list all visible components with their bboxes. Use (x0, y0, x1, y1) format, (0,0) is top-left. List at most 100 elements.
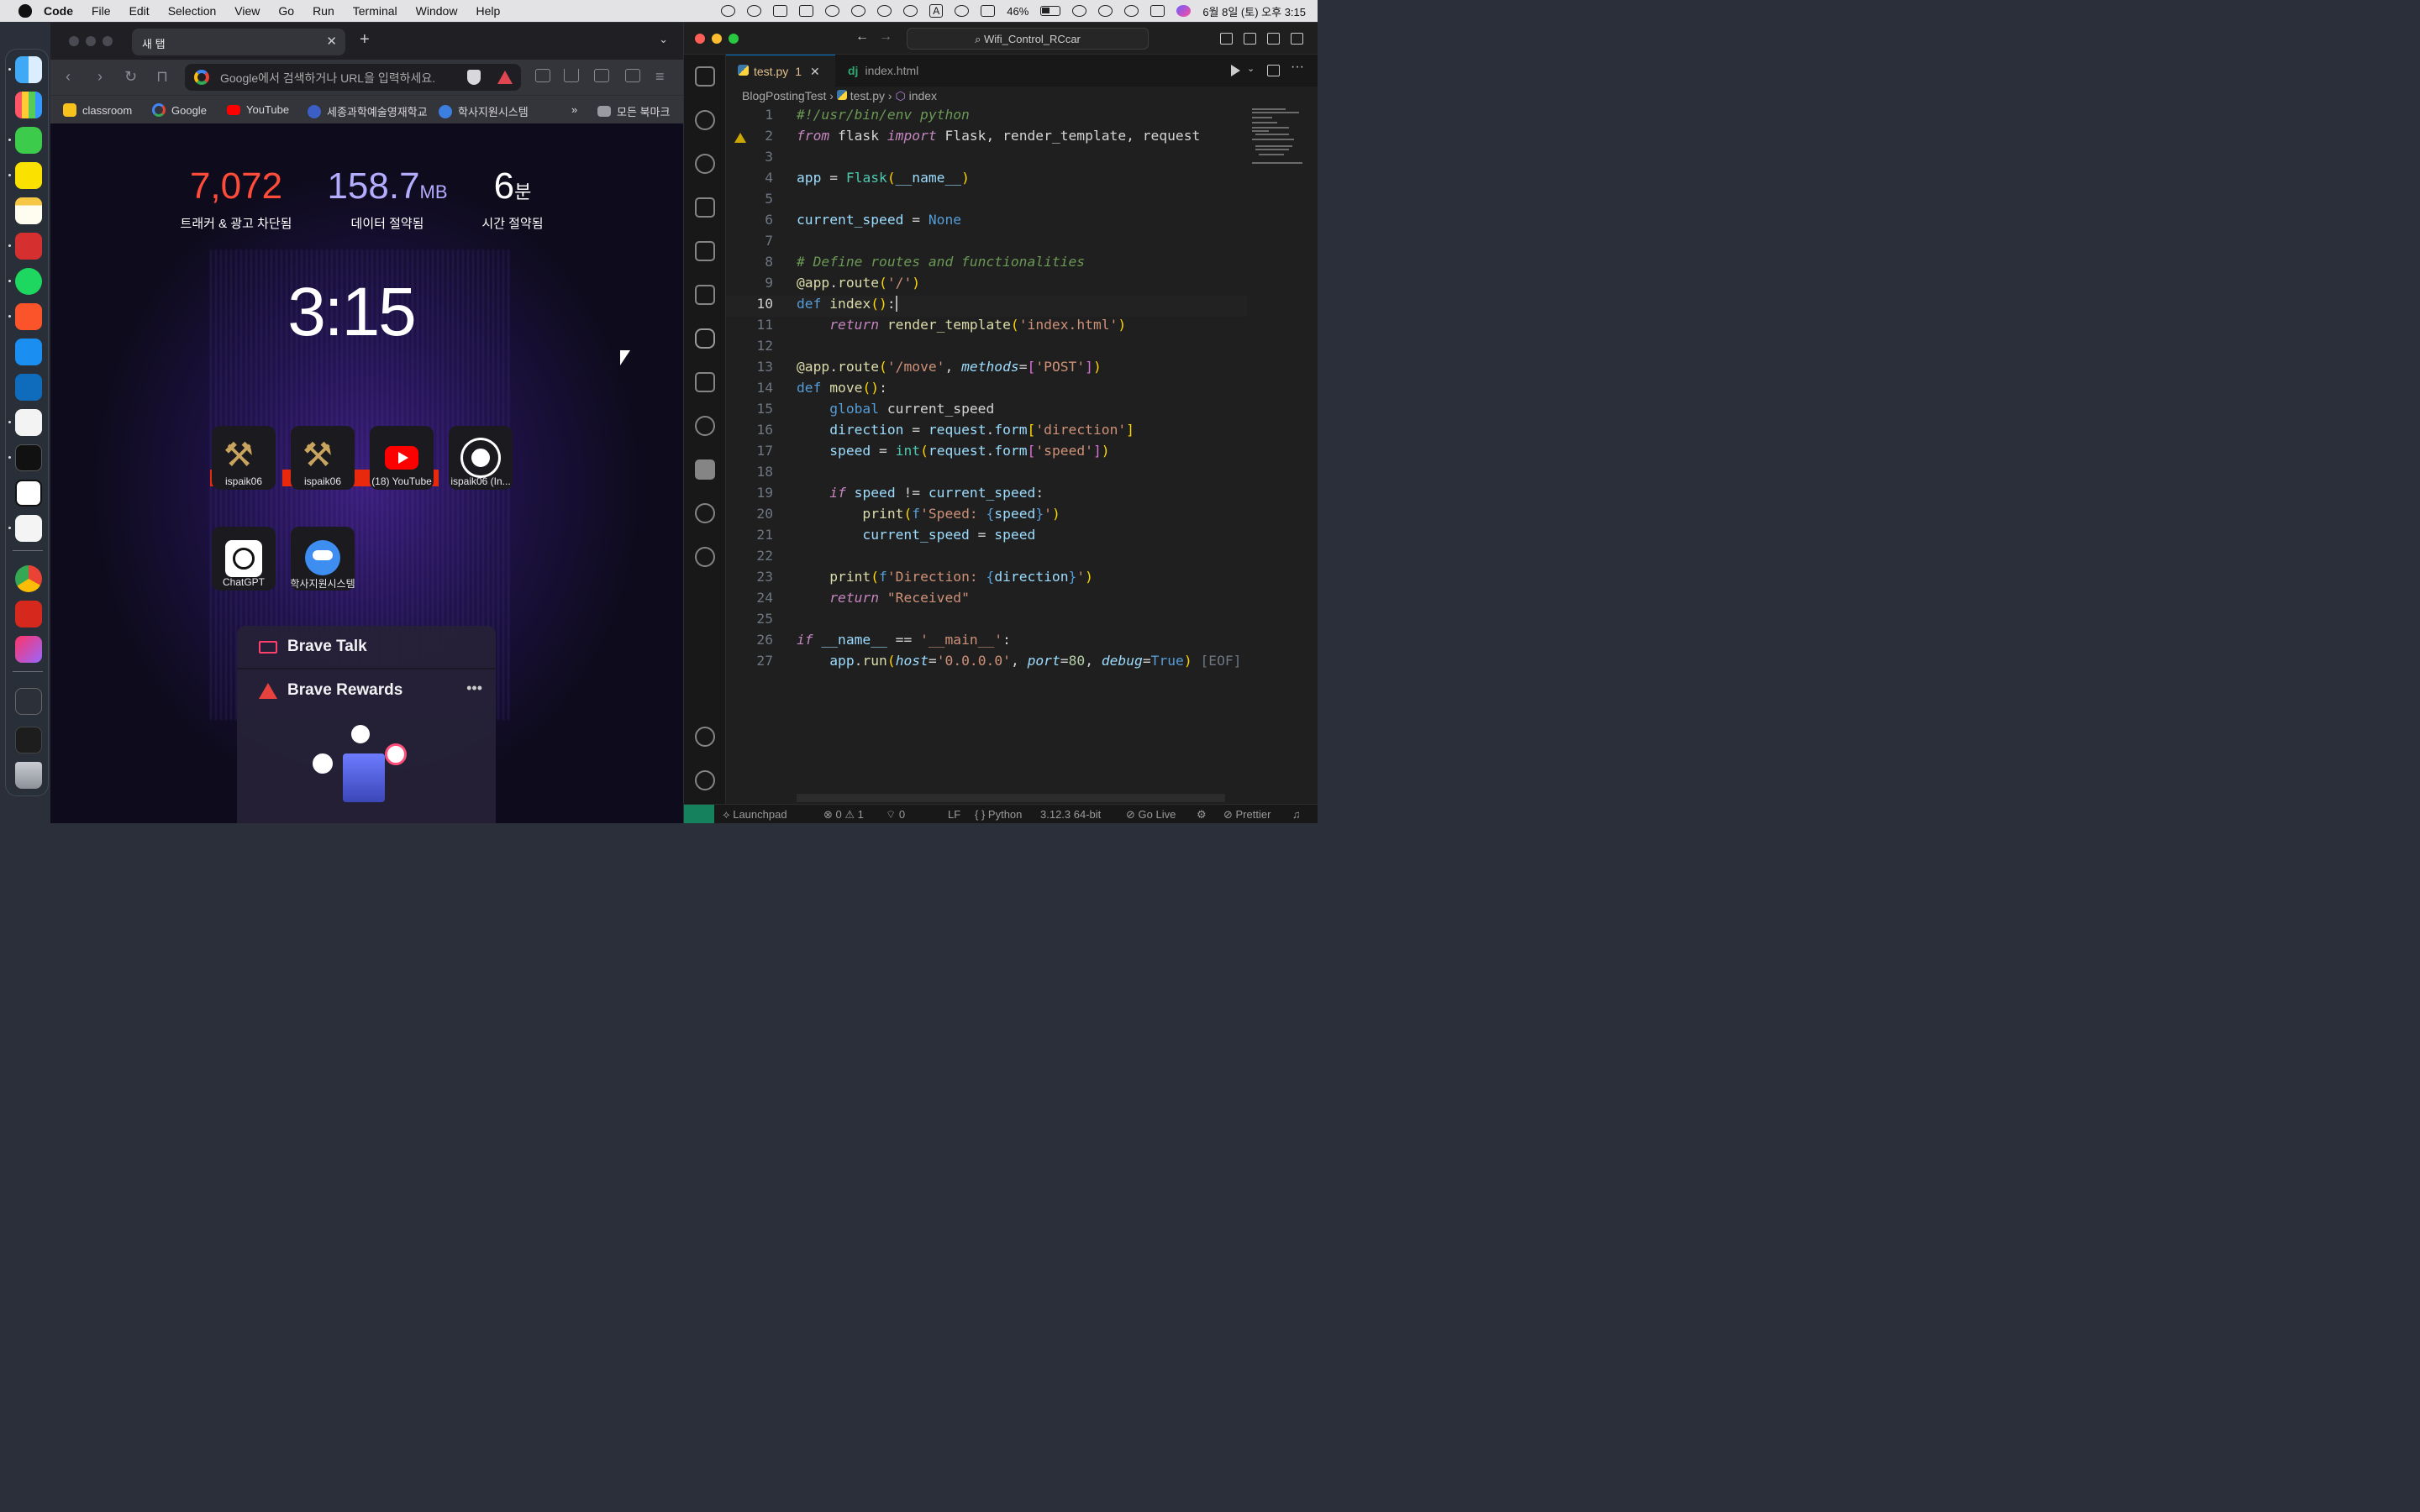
tab-close-icon[interactable]: ✕ (810, 65, 820, 78)
notifications-bell-icon[interactable]: ♫ (1292, 808, 1301, 821)
brave-rewards-icon[interactable] (497, 71, 513, 84)
menu-terminal[interactable]: Terminal (353, 4, 397, 18)
apple-menu-icon[interactable] (18, 4, 32, 18)
menu-help[interactable]: Help (476, 4, 500, 18)
dock-minimized-window-icon[interactable] (15, 727, 42, 753)
airpods-icon[interactable] (1098, 5, 1113, 17)
display-icon[interactable] (981, 5, 996, 17)
remote-indicator-icon[interactable] (684, 805, 714, 823)
calendar-icon[interactable] (773, 5, 788, 17)
brave-talk-widget[interactable]: Brave Talk (259, 638, 367, 656)
wallet-icon[interactable] (625, 69, 640, 82)
breadcrumb-file[interactable]: test.py (850, 89, 885, 102)
breadcrumb-symbol[interactable]: index (909, 89, 937, 102)
manage-gear-icon[interactable] (695, 770, 715, 790)
forward-icon[interactable]: › (97, 68, 103, 86)
zoom-window-button[interactable] (103, 36, 113, 46)
chatgpt-menubar-icon[interactable] (747, 5, 762, 17)
menu-run[interactable]: Run (313, 4, 334, 18)
command-center-search[interactable]: ⌕ Wifi_Control_RCcar (907, 28, 1149, 50)
source-control-icon[interactable] (695, 154, 715, 174)
dock-creative-cloud-icon[interactable] (15, 636, 42, 663)
brave-rewards-widget[interactable]: Brave Rewards (259, 681, 402, 700)
input-source-icon[interactable]: A (929, 4, 944, 18)
glasses-icon[interactable] (877, 5, 892, 17)
bookmark-google[interactable]: Google (152, 103, 207, 117)
message-icon[interactable] (825, 5, 840, 17)
nav-back-icon[interactable]: ← (855, 29, 869, 45)
dock-notes-icon[interactable] (15, 197, 42, 224)
go-live-button[interactable]: ⊘ Go Live (1126, 808, 1176, 822)
tab-close-icon[interactable]: ✕ (326, 34, 337, 49)
close-window-button[interactable] (69, 36, 79, 46)
eol-status[interactable]: LF (948, 808, 960, 821)
rewards-more-options-icon[interactable]: ••• (466, 680, 482, 697)
dock-photo-booth-icon[interactable] (15, 233, 42, 260)
bookmark-icon[interactable]: ⊓ (156, 68, 168, 86)
search-icon[interactable] (695, 110, 715, 130)
new-tab-button[interactable]: + (360, 30, 370, 50)
control-center-icon[interactable] (1150, 5, 1165, 17)
bookmark-youtube[interactable]: YouTube (227, 103, 289, 116)
chatgpt-extension-icon[interactable] (695, 416, 715, 436)
docker-icon[interactable] (695, 372, 715, 392)
bookmarks-overflow-button[interactable]: » (571, 103, 577, 116)
dock-keynote-icon[interactable] (15, 339, 42, 365)
toggle-panel-icon[interactable] (1244, 33, 1256, 45)
horizontal-scrollbar[interactable] (797, 794, 1225, 802)
ports-status[interactable]: ⌔ 0 (886, 808, 905, 822)
breadcrumb-folder[interactable]: BlogPostingTest (742, 89, 826, 102)
play-icon[interactable] (955, 5, 970, 17)
spotlight-search-icon[interactable] (1124, 5, 1139, 17)
sidebar-toggle-icon[interactable] (594, 69, 609, 82)
menu-go[interactable]: Go (278, 4, 294, 18)
dock-outlook-icon[interactable] (15, 374, 42, 401)
minimize-window-button[interactable] (712, 34, 722, 44)
dock-brave-icon[interactable] (15, 303, 42, 330)
menu-edit[interactable]: Edit (129, 4, 150, 18)
record-icon[interactable] (721, 5, 736, 17)
toggle-secondary-sidebar-icon[interactable] (1267, 33, 1280, 45)
language-mode-status[interactable]: { } Python (975, 808, 1022, 821)
dock-launchpad-icon[interactable] (15, 92, 42, 118)
dock-finder-icon[interactable] (15, 56, 42, 83)
dock-chatgpt-icon[interactable] (15, 515, 42, 542)
run-dropdown-icon[interactable]: ⌄ (1247, 63, 1255, 74)
more-actions-icon[interactable]: ··· (1291, 60, 1304, 75)
tab-test-py[interactable]: test.py 1 ✕ (726, 55, 835, 87)
brave-shields-icon[interactable] (467, 70, 481, 85)
battery-icon[interactable] (1040, 6, 1061, 16)
wifi-icon[interactable] (1072, 5, 1087, 17)
menu-selection[interactable]: Selection (168, 4, 217, 18)
dock-kakaotalk-icon[interactable] (15, 162, 42, 189)
dock-messages-icon[interactable] (15, 127, 42, 154)
browser-tab-new-tab[interactable]: 새 탭 ✕ (132, 29, 345, 55)
dock-vscode-icon[interactable] (15, 409, 42, 436)
nav-forward-icon[interactable]: → (879, 29, 892, 45)
menu-view[interactable]: View (234, 4, 260, 18)
close-window-button[interactable] (695, 34, 705, 44)
dock-chrome-icon[interactable] (15, 565, 42, 592)
zoom-window-button[interactable] (729, 34, 739, 44)
dock-notion-icon[interactable] (15, 480, 42, 507)
tab-search-chevron-icon[interactable]: ⌄ (659, 33, 668, 46)
python-interpreter-status[interactable]: 3.12.3 64-bit (1040, 808, 1101, 821)
code-editor[interactable]: 1 #!/usr/bin/env python 2 from flask impor… (726, 107, 1247, 804)
reload-icon[interactable]: ↻ (124, 68, 137, 86)
tab-index-html[interactable]: dj index.html (836, 55, 945, 87)
siri-icon[interactable] (1176, 5, 1192, 17)
menu-window[interactable]: Window (416, 4, 458, 18)
git-graph-icon[interactable] (695, 547, 715, 567)
split-editor-icon[interactable] (1267, 65, 1280, 76)
youtube-extension-icon[interactable] (695, 459, 715, 480)
back-icon[interactable]: ‹ (66, 68, 71, 86)
dock-downloads-folder-icon[interactable] (15, 688, 42, 715)
menu-app-name[interactable]: Code (44, 4, 73, 18)
problems-status[interactable]: ⊗ 0 ⚠ 1 (823, 808, 864, 822)
dock-terminal-icon[interactable] (15, 444, 42, 471)
menu-icon[interactable]: ≡ (655, 68, 665, 86)
minimize-window-button[interactable] (86, 36, 96, 46)
customize-layout-icon[interactable] (1291, 33, 1303, 45)
prettier-status[interactable]: ⊘ Prettier (1223, 808, 1270, 822)
menu-file[interactable]: File (92, 4, 111, 18)
